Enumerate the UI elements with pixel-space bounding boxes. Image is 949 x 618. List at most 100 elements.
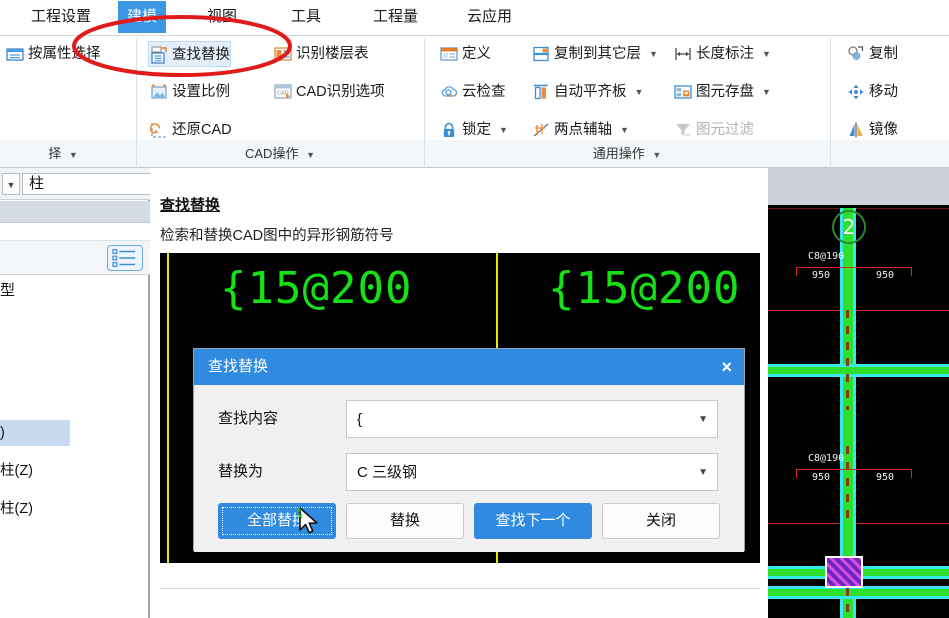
find-replace-icon — [151, 46, 169, 64]
cloud-check-icon — [440, 83, 458, 101]
tab-tools[interactable]: 工具 — [282, 1, 330, 33]
ribbon-button-label: 还原CAD — [172, 122, 232, 138]
ribbon-button-set-scale[interactable]: 设置比例 — [148, 79, 230, 105]
chevron-down-icon[interactable]: ▼ — [652, 150, 661, 160]
group-divider — [424, 140, 425, 168]
set-scale-icon — [150, 83, 168, 101]
ribbon-button-move[interactable]: 移动 — [845, 79, 898, 105]
panel-title: 查找替换 — [160, 197, 221, 214]
chevron-down-icon[interactable]: ▼ — [499, 125, 508, 135]
find-what-combo[interactable]: { ▼ — [346, 400, 718, 438]
group-divider — [424, 38, 425, 156]
axis-dash-line — [846, 446, 849, 526]
sidebar-type-label: 型 — [0, 282, 16, 299]
dialog-title: 查找替换 — [208, 358, 269, 375]
sidebar-header-band — [0, 201, 150, 223]
ribbon-button-label: 锁定 — [462, 122, 491, 138]
group-label-cad-operations[interactable]: CAD操作 ▼ — [140, 140, 420, 168]
chevron-down-icon[interactable]: ▼ — [69, 150, 78, 160]
list-item[interactable]: 柱(Z) — [0, 496, 150, 522]
close-button[interactable]: 关闭 — [602, 503, 720, 539]
ribbon-button-copy[interactable]: 复制 — [845, 41, 898, 67]
replace-with-label: 替换为 — [218, 463, 264, 480]
copy-icon — [847, 45, 865, 63]
tab-view[interactable]: 视图 — [198, 1, 246, 33]
element-save-icon — [674, 83, 692, 101]
ribbon-button-label: 定义 — [462, 46, 491, 62]
copy-to-floor-icon — [532, 45, 550, 63]
ribbon-button-select-by-property[interactable]: 按属性选择 — [4, 41, 101, 67]
cad-options-icon: CAD — [274, 83, 292, 101]
sidebar-subheader — [0, 223, 150, 241]
dimension-value: 950 — [876, 472, 895, 483]
ribbon-button-define[interactable]: 定义 — [438, 41, 491, 67]
grid-line — [768, 208, 949, 209]
ribbon-button-cad-recognize-options[interactable]: CAD CAD识别选项 — [272, 79, 385, 105]
ribbon-tab-bar: 工程设置 建模 视图 工具 工程量 云应用 — [0, 0, 949, 36]
floor-table-icon — [274, 45, 292, 63]
preview-text-after: {15@200 — [548, 263, 741, 314]
mirror-icon — [847, 121, 865, 139]
ribbon-button-label: 按属性选择 — [28, 46, 101, 62]
ribbon-button-label: 云检查 — [462, 84, 506, 100]
chevron-down-icon[interactable]: ▼ — [635, 87, 644, 97]
list-item[interactable]: ) — [0, 420, 70, 446]
ribbon-button-auto-align-slab[interactable]: 自动平齐板 ▼ — [530, 79, 643, 105]
sidebar-component-field[interactable]: 柱 — [22, 173, 150, 195]
axis-dash-line — [846, 310, 849, 410]
group-label-general-operations[interactable]: 通用操作 ▼ — [428, 140, 826, 168]
grid-line — [768, 523, 949, 524]
auto-align-slab-icon — [532, 83, 550, 101]
ribbon-button-label: 移动 — [869, 84, 898, 100]
ribbon-button-label: 识别楼层表 — [296, 46, 369, 62]
tab-quantity[interactable]: 工程量 — [364, 1, 427, 33]
close-icon[interactable]: × — [721, 349, 732, 385]
chevron-down-icon[interactable]: ▼ — [762, 49, 771, 59]
ribbon-button-cloud-check[interactable]: 云检查 — [438, 79, 506, 105]
tab-cloud-apps[interactable]: 云应用 — [458, 1, 521, 33]
group-divider — [136, 38, 137, 156]
ribbon-content: 按属性选择 查找替换 识别楼层表 设置比例 CAD CAD识别选项 还原CAD … — [0, 36, 949, 156]
find-next-button[interactable]: 查找下一个 — [474, 503, 592, 539]
chevron-down-icon[interactable]: ▼ — [649, 49, 658, 59]
preview-text-before: {15@200 — [220, 263, 413, 314]
dimension-tick — [796, 267, 797, 276]
length-dimension-icon — [674, 45, 692, 63]
filter-icon — [674, 121, 692, 139]
ribbon-button-element-save[interactable]: 图元存盘 ▼ — [672, 79, 771, 105]
panel-divider — [160, 588, 760, 589]
dimension-tick — [911, 267, 912, 276]
mouse-cursor — [297, 506, 323, 538]
ribbon-button-find-replace[interactable]: 查找替换 — [148, 41, 231, 67]
chevron-down-icon[interactable]: ▼ — [698, 454, 708, 492]
list-item[interactable]: 柱(Z) — [0, 458, 150, 484]
restore-cad-icon — [149, 121, 168, 139]
dimension-value: 950 — [812, 472, 831, 483]
replace-button[interactable]: 替换 — [346, 503, 464, 539]
chevron-down-icon[interactable]: ▼ — [698, 401, 708, 439]
ribbon-button-copy-to-other-floor[interactable]: 复制到其它层 ▼ — [530, 41, 658, 67]
cad-drawing-viewport[interactable]: 2 C8@190 950 950 C8@190 950 950 — [768, 168, 949, 618]
dialog-body: 查找内容 { ▼ 替换为 C 三级钢 ▼ 全部替换 替换 查找下一个 关闭 — [194, 385, 744, 552]
dimension-line — [796, 267, 912, 268]
panel-subtitle: 检索和替换CAD图中的异形钢筋符号 — [160, 228, 394, 244]
sidebar-combo-chevron-icon[interactable]: ▼ — [2, 173, 20, 195]
axis-dash-line — [846, 588, 849, 618]
group-label-select[interactable]: 择 ▼ — [0, 140, 126, 168]
ribbon-button-label: 长度标注 — [696, 46, 754, 62]
tab-project-settings[interactable]: 工程设置 — [22, 1, 100, 33]
chevron-down-icon[interactable]: ▼ — [306, 150, 315, 160]
rebar-annotation: C8@190 — [808, 453, 845, 464]
replace-with-combo[interactable]: C 三级钢 ▼ — [346, 453, 718, 491]
chevron-down-icon[interactable]: ▼ — [620, 125, 629, 135]
wall-horizontal — [768, 364, 949, 377]
tab-modeling[interactable]: 建模 — [118, 1, 167, 33]
column-element[interactable] — [825, 556, 863, 588]
ribbon-button-recognize-floor-table[interactable]: 识别楼层表 — [272, 41, 369, 67]
chevron-down-icon[interactable]: ▼ — [762, 87, 771, 97]
ribbon-button-label: 图元过滤 — [696, 122, 754, 138]
define-icon — [440, 45, 458, 63]
ribbon-button-length-dimension[interactable]: 长度标注 ▼ — [672, 41, 771, 67]
dimension-tick — [796, 469, 797, 478]
list-view-button[interactable] — [107, 245, 143, 271]
